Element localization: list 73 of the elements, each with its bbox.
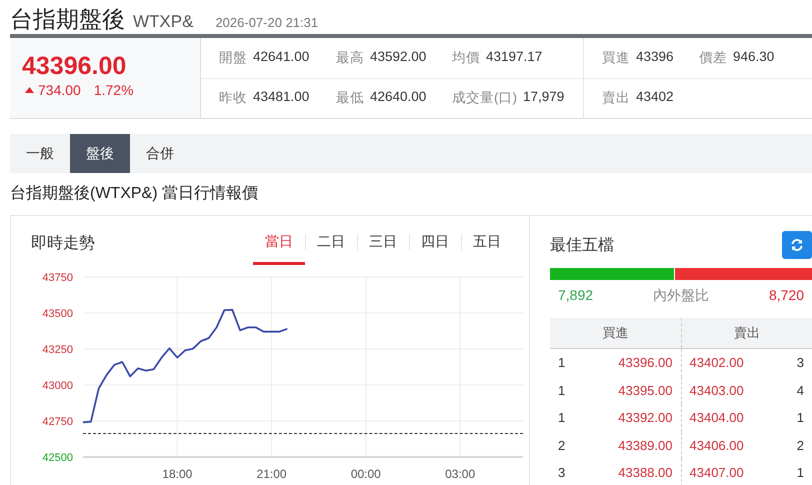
session-tab[interactable]: 合併	[130, 134, 190, 173]
period-tab[interactable]: 五日	[461, 221, 513, 265]
y-tick-label: 42750	[42, 416, 73, 428]
session-tab[interactable]: 一般	[10, 134, 70, 173]
stat-value: 17,979	[523, 89, 564, 106]
ratio-label: 內外盤比	[653, 287, 709, 305]
section-title: 台指期盤後(WTXP&) 當日行情報價	[10, 184, 259, 204]
y-tick-label: 43750	[42, 272, 73, 284]
y-tick-label: 43500	[42, 308, 73, 320]
stat-label: 昨收	[219, 89, 247, 108]
table-cell: 43395.00	[618, 382, 672, 398]
table-cell: 1	[558, 382, 566, 398]
inner-volume: 7,892	[558, 287, 594, 305]
stat-value: 43592.00	[370, 48, 426, 66]
symbol-code: WTXP&	[133, 12, 194, 32]
stat-value: 946.30	[733, 48, 774, 66]
table-cell: 43402.00	[690, 355, 744, 370]
table-cell: 43396.00	[618, 355, 672, 370]
stat-label: 開盤	[219, 48, 247, 67]
table-cell: 3	[796, 355, 804, 370]
y-tick-label: 43000	[42, 380, 73, 392]
panel-title: 即時走勢	[31, 234, 95, 254]
quote-datetime: 2026-07-20 21:31	[215, 15, 318, 30]
period-tab[interactable]: 四日	[409, 221, 461, 265]
outer-volume: 8,720	[768, 287, 804, 305]
table-cell: 43388.00	[618, 465, 672, 480]
stat-value: 42640.00	[370, 89, 426, 106]
y-tick-label: 42500	[42, 452, 73, 464]
table-cell: 43389.00	[618, 438, 672, 453]
stat-value: 43402	[636, 89, 674, 106]
x-tick-label: 21:00	[256, 467, 287, 481]
change-percent: 1.72%	[94, 82, 134, 98]
stat-label: 賣出	[602, 89, 630, 108]
period-tab[interactable]: 三日	[357, 221, 409, 265]
stat-label: 成交量(口)	[452, 89, 517, 108]
period-tab[interactable]: 二日	[305, 221, 357, 265]
table-cell: 4	[796, 382, 804, 398]
table-cell: 43403.00	[690, 382, 744, 398]
table-cell: 2	[796, 438, 804, 453]
stat-value: 43197.17	[486, 48, 542, 66]
column-header: 買進	[550, 318, 682, 348]
table-cell: 43407.00	[690, 465, 744, 480]
x-tick-label: 03:00	[445, 467, 476, 481]
period-tab[interactable]: 當日	[253, 221, 305, 265]
stat-value: 43396	[636, 48, 674, 66]
stat-label: 最低	[336, 89, 364, 108]
refresh-icon	[790, 238, 804, 252]
stat-label: 均價	[452, 48, 480, 67]
stat-label: 最高	[336, 48, 364, 67]
up-triangle-icon	[25, 87, 34, 93]
refresh-button[interactable]	[782, 231, 812, 259]
stat-value: 42641.00	[253, 48, 310, 66]
stat-label: 買進	[602, 48, 630, 67]
table-cell: 1	[558, 355, 566, 370]
stat-value: 43481.00	[253, 89, 310, 106]
panel-title: 最佳五檔	[550, 236, 614, 256]
stat-label: 價差	[699, 48, 727, 67]
table-cell: 43406.00	[690, 438, 744, 453]
table-cell: 2	[558, 438, 566, 453]
table-cell: 43392.00	[618, 410, 672, 426]
column-header: 賣出	[732, 324, 761, 342]
x-tick-label: 00:00	[350, 467, 381, 481]
table-cell: 1	[796, 410, 804, 426]
session-tab[interactable]: 盤後	[70, 134, 130, 173]
x-tick-label: 18:00	[162, 467, 192, 481]
table-cell: 1	[796, 465, 804, 480]
y-tick-label: 43250	[42, 344, 73, 356]
table-cell: 1	[558, 410, 566, 426]
price-change: 734.00	[38, 82, 81, 98]
last-price: 43396.00	[22, 52, 128, 80]
table-cell: 3	[558, 465, 566, 480]
page-title: 台指期盤後	[10, 5, 125, 34]
table-cell: 43404.00	[690, 410, 744, 426]
